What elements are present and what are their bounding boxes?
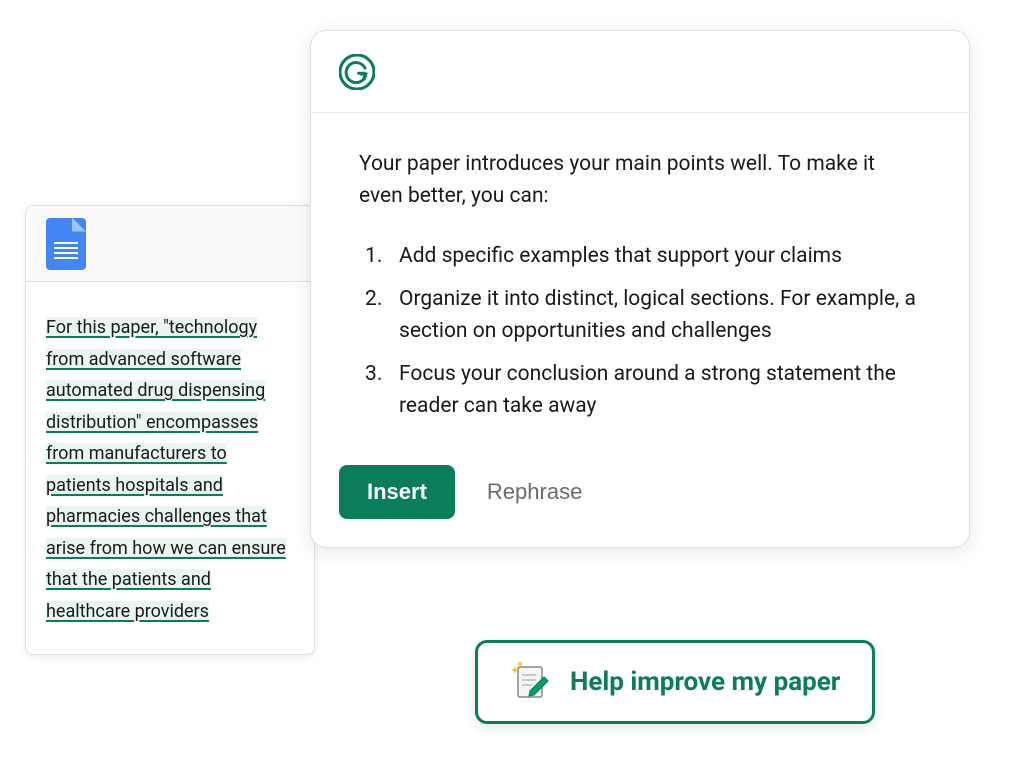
panel-header <box>311 31 969 113</box>
document-body[interactable]: For this paper, "technology from advance… <box>26 282 314 655</box>
document-text[interactable]: For this paper, "technology from advance… <box>46 317 286 622</box>
suggestion-intro: Your paper introduces your main points w… <box>359 149 921 212</box>
document-header <box>26 206 314 282</box>
suggestion-item: Focus your conclusion around a strong st… <box>383 358 921 423</box>
suggestion-list: Add specific examples that support your … <box>359 240 921 423</box>
grammarly-logo-icon <box>339 54 375 90</box>
panel-body: Your paper introduces your main points w… <box>311 113 969 465</box>
grammarly-suggestion-panel: Your paper introduces your main points w… <box>310 30 970 548</box>
help-improve-chip[interactable]: Help improve my paper <box>475 640 875 724</box>
document-editor-window: For this paper, "technology from advance… <box>25 205 315 655</box>
paper-edit-icon <box>510 661 552 703</box>
insert-button[interactable]: Insert <box>339 465 455 519</box>
rephrase-button[interactable]: Rephrase <box>487 479 582 505</box>
panel-actions: Insert Rephrase <box>311 465 969 547</box>
suggestion-item: Organize it into distinct, logical secti… <box>383 283 921 348</box>
suggestion-item: Add specific examples that support your … <box>383 240 921 273</box>
google-docs-icon <box>46 218 86 270</box>
help-chip-label: Help improve my paper <box>570 667 840 697</box>
